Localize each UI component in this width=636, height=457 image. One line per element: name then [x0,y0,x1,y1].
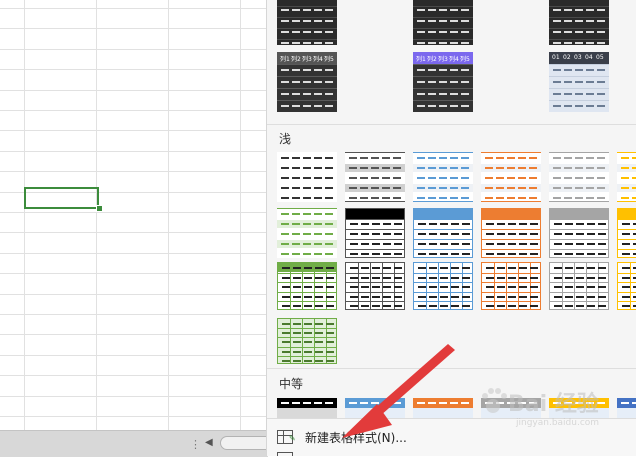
row-gridline [0,253,268,254]
section-label-light: 浅 [279,132,292,146]
fill-handle[interactable] [96,205,103,212]
new-table-style-label: 新建表格样式(N)... [305,430,407,445]
divider [267,368,636,369]
table-style-thumbnail[interactable] [549,152,609,202]
active-cell[interactable] [24,187,99,209]
watermark-text: Bai 经验 [508,392,599,417]
table-style-thumbnail[interactable] [277,318,337,364]
row-gridline [0,212,268,213]
table-style-thumbnail[interactable] [617,208,636,258]
scroll-left-arrow-icon[interactable]: ◀ [205,437,213,448]
horizontal-scrollbar[interactable]: ⋮ ◀ [0,430,280,457]
row-gridline [0,130,268,131]
table-style-thumbnail[interactable] [617,152,636,202]
table-style-thumbnail[interactable] [413,262,473,310]
table-style-thumbnail[interactable] [345,208,405,258]
table-style-thumbnail[interactable]: 列1 列2 列3 列4 列5 [277,52,337,112]
table-style-thumbnail[interactable] [549,0,609,45]
table-style-thumbnail[interactable] [481,208,541,258]
table-style-thumbnail[interactable] [345,398,405,418]
table-style-thumbnail[interactable] [413,0,473,45]
row-gridline [0,232,268,233]
second-menu-item-icon[interactable] [277,452,293,456]
row-gridline [0,49,268,50]
table-style-thumbnail[interactable] [277,152,337,202]
table-style-thumbnail[interactable] [549,208,609,258]
plus-icon: ✎ [289,434,296,443]
row-gridline [0,273,268,274]
row-gridline [0,90,268,91]
table-style-thumbnail[interactable]: 列1 列2 列3 列4 列5 [413,52,473,112]
watermark-url: jingyan.baidu.com [516,418,600,428]
row-gridline [0,294,268,295]
table-style-thumbnail[interactable] [413,208,473,258]
row-gridline [0,151,268,152]
new-table-style-menu-item[interactable]: ✎ 新建表格样式(N)... [277,426,407,448]
row-gridline [0,314,268,315]
row-gridline [0,8,268,9]
row-gridline [0,110,268,111]
table-style-thumbnail[interactable] [481,152,541,202]
table-style-thumbnail[interactable] [277,0,337,45]
row-gridline [0,375,268,376]
spreadsheet-grid[interactable] [0,0,268,456]
table-style-thumbnail[interactable] [617,262,636,310]
divider [267,124,636,125]
row-gridline [0,334,268,335]
table-style-thumbnail[interactable] [277,398,337,418]
table-style-thumbnail[interactable] [345,262,405,310]
row-gridline [0,171,268,172]
row-gridline [0,355,268,356]
baidu-watermark: Bai 经验 jingyan.baidu.com [478,380,628,450]
table-style-thumbnail[interactable] [413,398,473,418]
row-gridline [0,396,268,397]
table-style-thumbnail[interactable] [549,262,609,310]
table-style-thumbnail[interactable] [481,262,541,310]
row-gridline [0,416,268,417]
scroll-split-handle[interactable]: ⋮ [190,438,201,451]
row-gridline [0,28,268,29]
paw-icon [482,388,507,413]
table-style-thumbnail[interactable] [277,208,337,258]
section-label-medium: 中等 [279,377,304,391]
table-style-thumbnail[interactable]: 01 02 03 04 05 [549,52,609,112]
table-style-thumbnail[interactable] [277,262,337,310]
table-style-thumbnail[interactable] [345,152,405,202]
table-style-thumbnail[interactable] [413,152,473,202]
row-gridline [0,69,268,70]
